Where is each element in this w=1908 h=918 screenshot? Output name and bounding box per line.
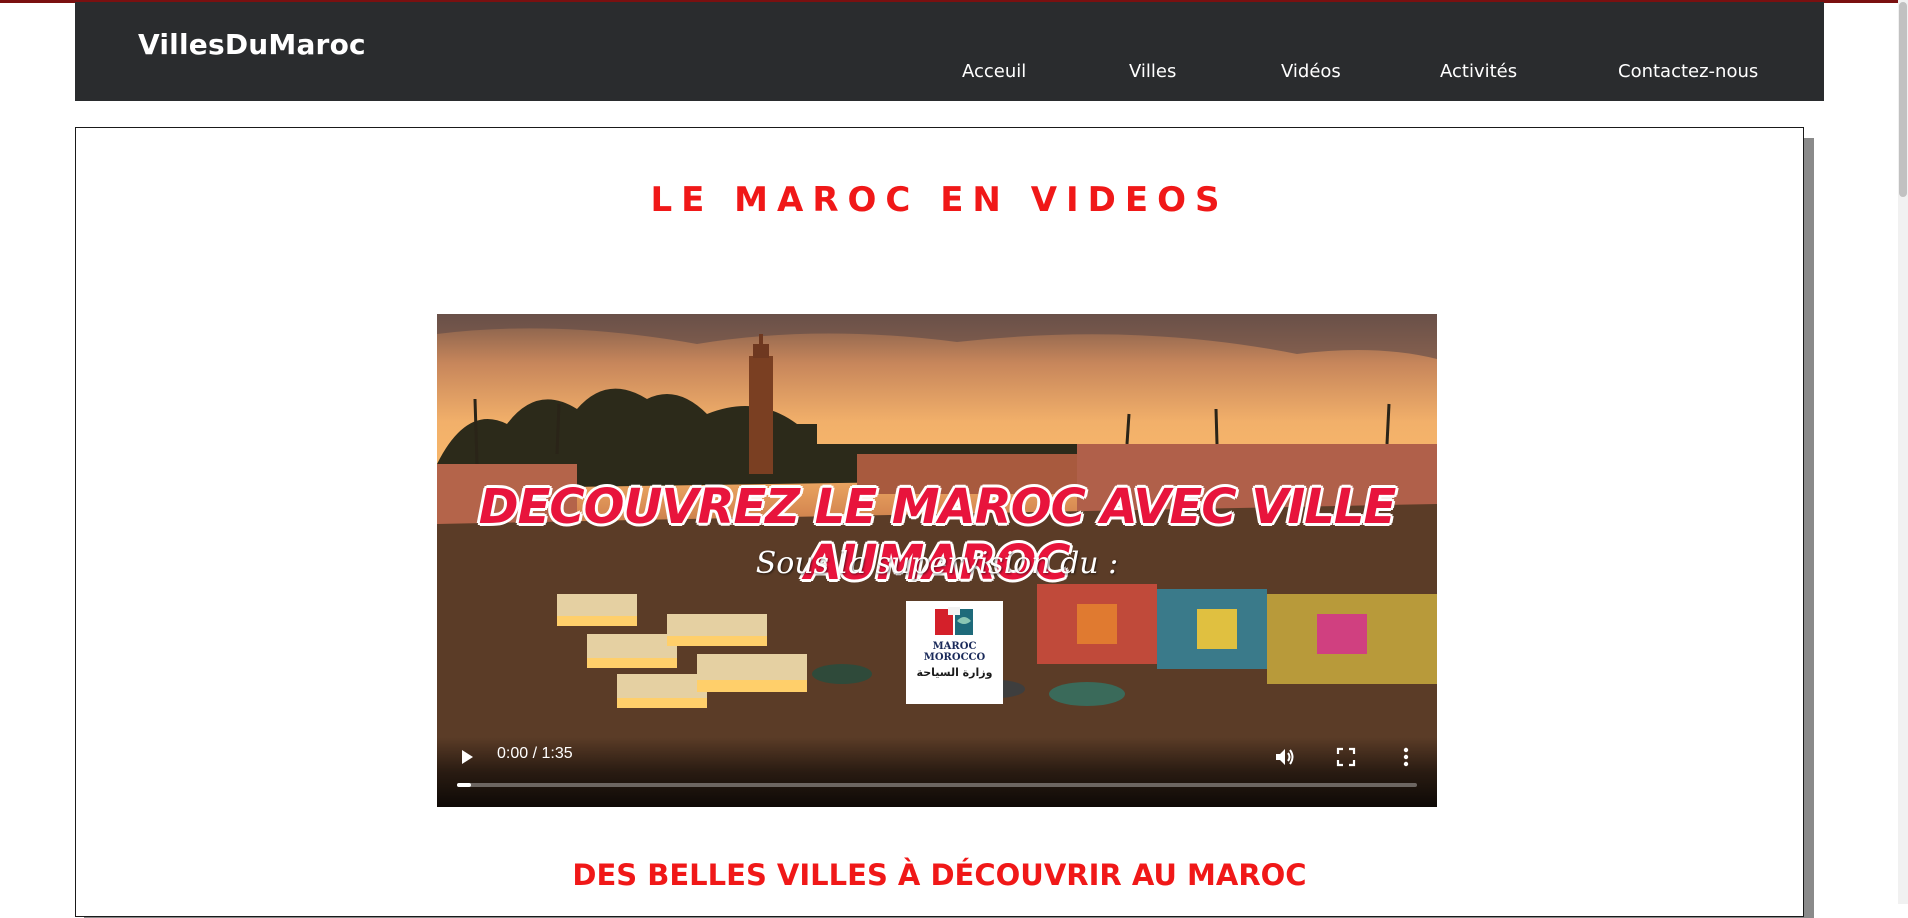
logo-line-maroc: MAROC: [932, 641, 977, 652]
page-title: LE MAROC EN VIDEOS: [650, 180, 1229, 220]
volume-icon[interactable]: [1273, 745, 1297, 769]
ministry-logo: MAROC MOROCCO وزارة السياحة: [906, 601, 1003, 704]
ministry-emblem-icon: [934, 607, 973, 635]
video-player[interactable]: DECOUVREZ LE MAROC AVEC VILLE AUMAROC So…: [437, 314, 1437, 807]
scrollbar-thumb[interactable]: [1899, 2, 1907, 197]
logo-arabic-text: وزارة السياحة: [916, 666, 993, 679]
page-scrollbar[interactable]: [1898, 0, 1908, 904]
fullscreen-icon[interactable]: [1334, 745, 1358, 769]
play-icon[interactable]: [459, 749, 475, 765]
logo-line-morocco: MOROCCO: [923, 652, 986, 663]
video-progress-fill: [457, 783, 472, 787]
content-card: LE MAROC EN VIDEOS DECOUVREZ LE MAROC AV…: [75, 127, 1804, 917]
video-progress-bar[interactable]: [457, 783, 1417, 787]
more-options-icon[interactable]: [1394, 745, 1418, 769]
video-controls: 0:00 / 1:35: [437, 737, 1437, 807]
brand-logo[interactable]: VillesDuMaroc: [138, 28, 366, 61]
video-subline: Sous la supervision du :: [755, 546, 1119, 581]
nav-item-villes[interactable]: Villes: [1129, 61, 1176, 82]
nav-item-acceuil[interactable]: Acceuil: [962, 61, 1026, 82]
nav-item-videos[interactable]: Vidéos: [1281, 61, 1341, 82]
video-thumbnail: DECOUVREZ LE MAROC AVEC VILLE AUMAROC So…: [437, 314, 1437, 807]
nav-item-contact[interactable]: Contactez-nous: [1618, 61, 1758, 82]
navbar: VillesDuMaroc Acceuil Villes Vidéos Acti…: [75, 2, 1824, 101]
video-time: 0:00 / 1:35: [497, 745, 573, 762]
section-title: DES BELLES VILLES À DÉCOUVRIR AU MAROC: [572, 858, 1307, 892]
nav-item-activites[interactable]: Activités: [1440, 61, 1517, 82]
